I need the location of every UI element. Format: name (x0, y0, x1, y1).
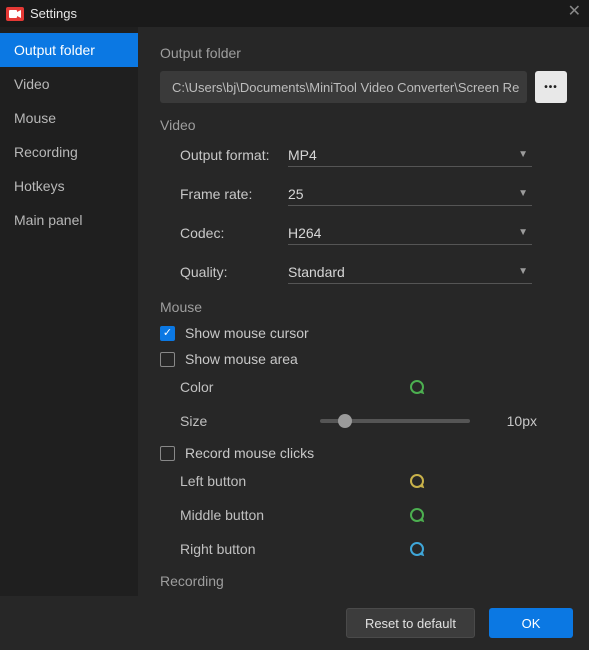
mouse-area-color-label: Color (180, 379, 320, 395)
right-button-label: Right button (180, 541, 320, 557)
browse-folder-button[interactable]: ••• (535, 71, 567, 103)
caret-down-icon: ▼ (518, 188, 528, 199)
section-recording-heading: Recording (160, 573, 567, 589)
sidebar: Output folder Video Mouse Recording Hotk… (0, 27, 138, 596)
section-mouse-heading: Mouse (160, 299, 567, 315)
window-title: Settings (30, 6, 77, 21)
record-clicks-label: Record mouse clicks (185, 445, 314, 461)
sidebar-item-mouse[interactable]: Mouse (0, 101, 138, 135)
sidebar-item-video[interactable]: Video (0, 67, 138, 101)
output-format-value: MP4 (288, 147, 317, 163)
mouse-area-color-swatch[interactable] (410, 380, 424, 394)
caret-down-icon: ▼ (518, 149, 528, 160)
mouse-area-size-value: 10px (507, 413, 537, 429)
quality-value: Standard (288, 264, 345, 280)
app-icon (6, 7, 24, 21)
section-output-heading: Output folder (160, 45, 567, 61)
mouse-area-size-slider[interactable] (320, 419, 470, 423)
section-video-heading: Video (160, 117, 567, 133)
titlebar: Settings ✕ (0, 0, 589, 27)
frame-rate-value: 25 (288, 186, 304, 202)
frame-rate-label: Frame rate: (180, 186, 288, 202)
output-path-field[interactable]: C:\Users\bj\Documents\MiniTool Video Con… (160, 71, 527, 103)
output-format-label: Output format: (180, 147, 288, 163)
quality-select[interactable]: Standard ▼ (288, 260, 532, 284)
left-button-color-swatch[interactable] (410, 474, 424, 488)
sidebar-item-hotkeys[interactable]: Hotkeys (0, 169, 138, 203)
show-area-checkbox[interactable] (160, 352, 175, 367)
caret-down-icon: ▼ (518, 227, 528, 238)
record-clicks-checkbox[interactable] (160, 446, 175, 461)
frame-rate-select[interactable]: 25 ▼ (288, 182, 532, 206)
left-button-label: Left button (180, 473, 320, 489)
codec-value: H264 (288, 225, 321, 241)
middle-button-color-swatch[interactable] (410, 508, 424, 522)
close-icon[interactable]: ✕ (568, 4, 581, 20)
reset-to-default-button[interactable]: Reset to default (346, 608, 475, 638)
show-cursor-label: Show mouse cursor (185, 325, 309, 341)
output-format-select[interactable]: MP4 ▼ (288, 143, 532, 167)
codec-label: Codec: (180, 225, 288, 241)
show-cursor-checkbox[interactable] (160, 326, 175, 341)
show-area-label: Show mouse area (185, 351, 298, 367)
slider-thumb[interactable] (338, 414, 352, 428)
sidebar-item-recording[interactable]: Recording (0, 135, 138, 169)
content-pane: Output folder C:\Users\bj\Documents\Mini… (138, 27, 589, 596)
caret-down-icon: ▼ (518, 266, 528, 277)
middle-button-label: Middle button (180, 507, 320, 523)
sidebar-item-output-folder[interactable]: Output folder (0, 33, 138, 67)
sidebar-item-main-panel[interactable]: Main panel (0, 203, 138, 237)
quality-label: Quality: (180, 264, 288, 280)
ok-button[interactable]: OK (489, 608, 573, 638)
mouse-area-size-label: Size (180, 413, 320, 429)
right-button-color-swatch[interactable] (410, 542, 424, 556)
codec-select[interactable]: H264 ▼ (288, 221, 532, 245)
footer: Reset to default OK (0, 596, 589, 650)
